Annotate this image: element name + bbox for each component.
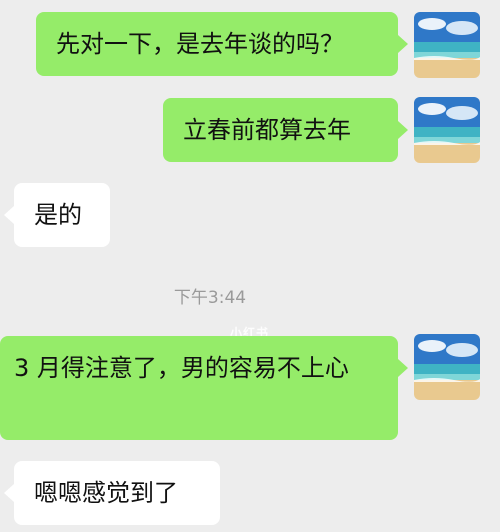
message-bubble-incoming[interactable]: 是的 xyxy=(14,183,110,247)
message-timestamp: 下午3:44 xyxy=(173,288,247,308)
message-bubble-outgoing[interactable]: 先对一下，是去年谈的吗？ xyxy=(36,12,398,76)
message-bubble-outgoing[interactable]: 3 月得注意了，男的容易不上心 xyxy=(0,336,398,440)
message-text: 3 月得注意了，男的容易不上心 xyxy=(14,354,349,382)
user-avatar[interactable] xyxy=(414,334,480,400)
message-text: 立春前都算去年 xyxy=(183,116,351,144)
beach-sky-avatar-icon xyxy=(414,334,480,400)
beach-sky-avatar-icon xyxy=(414,12,480,78)
bubble-tail xyxy=(398,35,408,53)
bubble-tail xyxy=(398,359,408,377)
message-text: 嗯嗯感觉到了 xyxy=(34,479,178,507)
beach-sky-avatar-icon xyxy=(414,97,480,163)
bubble-tail xyxy=(4,206,14,224)
user-avatar[interactable] xyxy=(414,97,480,163)
message-bubble-outgoing[interactable]: 立春前都算去年 xyxy=(163,98,398,162)
user-avatar[interactable] xyxy=(414,12,480,78)
message-bubble-incoming[interactable]: 嗯嗯感觉到了 xyxy=(14,461,220,525)
bubble-tail xyxy=(398,121,408,139)
bubble-tail xyxy=(4,484,14,502)
message-text: 先对一下，是去年谈的吗？ xyxy=(56,30,344,58)
message-text: 是的 xyxy=(34,201,82,229)
